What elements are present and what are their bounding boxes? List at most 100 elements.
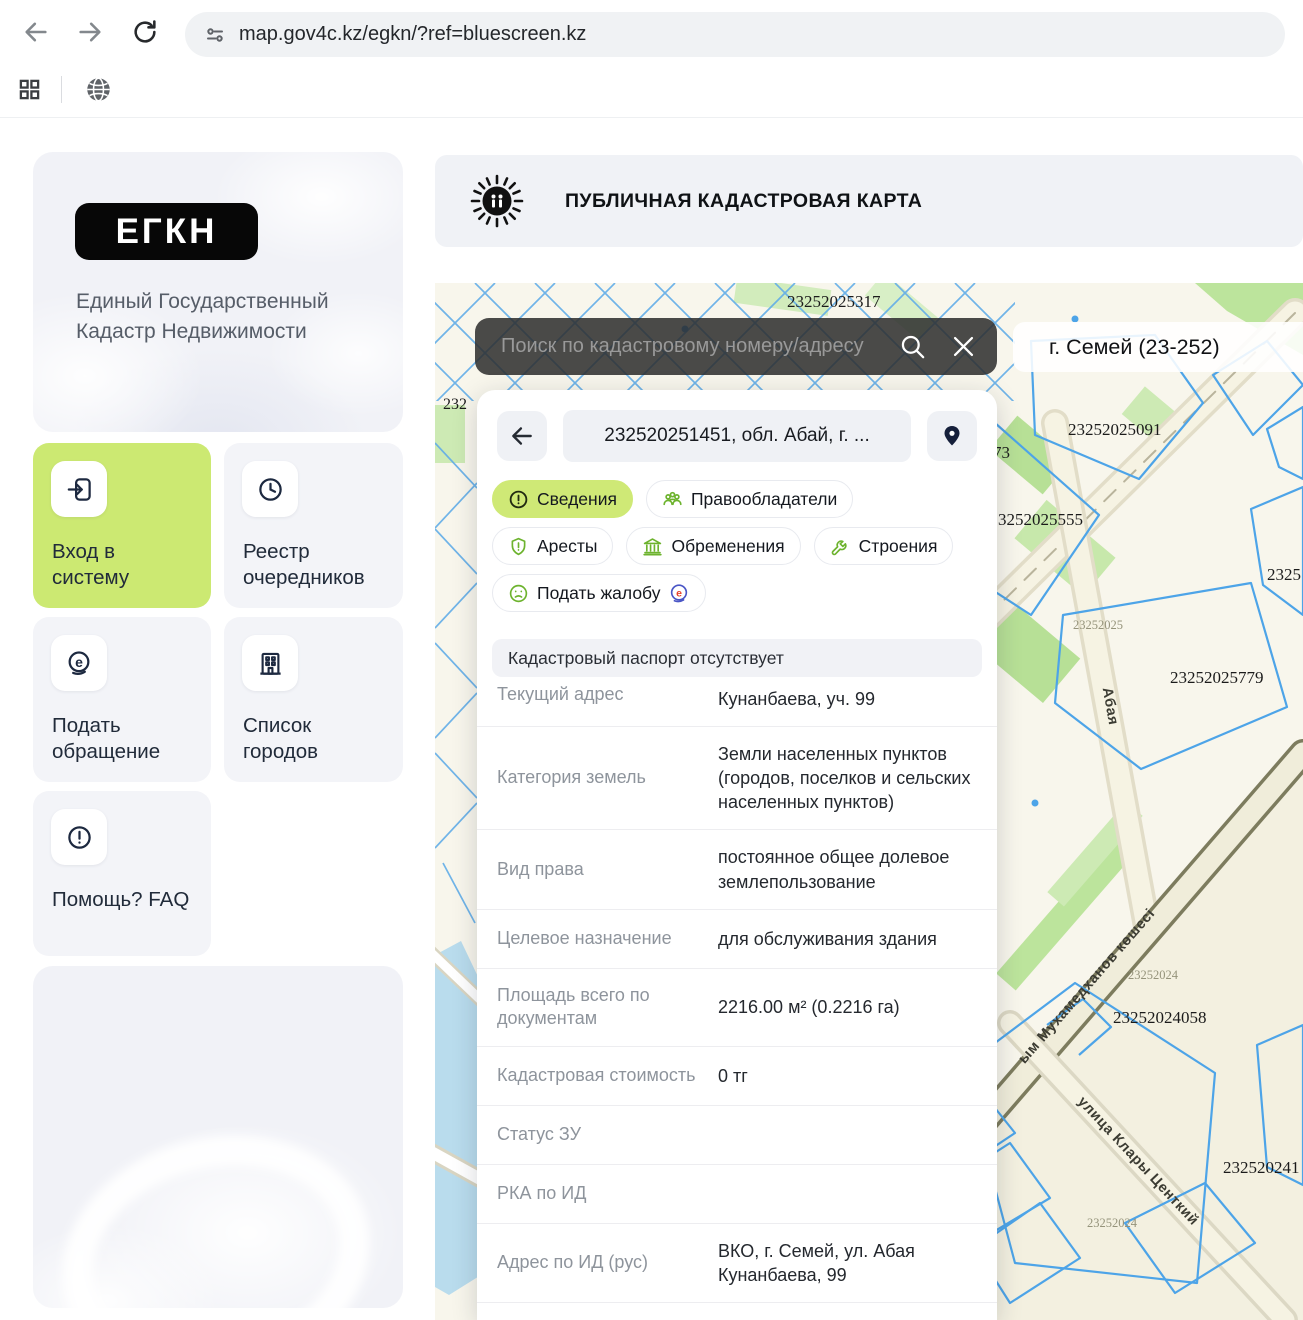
svg-text:e: e bbox=[75, 654, 83, 670]
table-row: Кадастровая стоимость 0 тг bbox=[477, 1046, 997, 1105]
tab-aresty[interactable]: Аресты bbox=[492, 527, 613, 565]
row-label: Целевое назначение bbox=[497, 927, 709, 951]
table-row: Адрес по ИД (рус) ВКО, г. Семей, ул. Аба… bbox=[477, 1223, 997, 1302]
parcel-label: 2325 bbox=[1267, 565, 1301, 584]
sidebar-item-help-faq[interactable]: Помощь? FAQ bbox=[33, 791, 211, 956]
site-settings-icon[interactable] bbox=[203, 23, 227, 47]
city-selector[interactable]: г. Семей (23-252) bbox=[1013, 322, 1303, 372]
gov-emblem-icon bbox=[469, 173, 525, 229]
clock-icon bbox=[242, 461, 298, 517]
parcel-label: 3252025555 bbox=[998, 510, 1083, 529]
svg-text:e: e bbox=[677, 587, 683, 599]
row-value: Кунанбаева, уч. 99 bbox=[718, 687, 979, 711]
tab-label: Подать жалобу bbox=[537, 583, 660, 604]
parcel-label: 23252025779 bbox=[1170, 668, 1264, 687]
sidebar-item-login[interactable]: Вход в систему bbox=[33, 443, 211, 608]
address-bar[interactable]: map.gov4c.kz/egkn/?ref=bluescreen.kz bbox=[185, 12, 1285, 57]
locate-on-map-button[interactable] bbox=[927, 411, 977, 461]
people-icon bbox=[662, 489, 683, 510]
sidebar-item-queue-registry[interactable]: Реестр очередников bbox=[224, 443, 403, 608]
browser-forward-icon[interactable] bbox=[76, 18, 104, 46]
globe-favicon-icon[interactable] bbox=[85, 76, 112, 103]
brand-subtitle: Единый Государственный Кадастр Недвижимо… bbox=[76, 287, 388, 347]
table-row: Адрес по ИД (каз) ВКО, г. Семей, ул. Аба… bbox=[477, 1302, 997, 1320]
table-row: Целевое назначение для обслуживания здан… bbox=[477, 909, 997, 968]
panel-header: 232520251451, обл. Абай, г. ... bbox=[477, 390, 997, 462]
search-icon[interactable] bbox=[899, 333, 926, 360]
page-title: ПУБЛИЧНАЯ КАДАСТРОВАЯ КАРТА bbox=[565, 190, 922, 213]
row-value: 2216.00 м² (0.2216 га) bbox=[718, 995, 979, 1019]
apps-grid-icon[interactable] bbox=[18, 78, 41, 101]
parcel-label: 23252025317 bbox=[787, 292, 881, 311]
app-header: ПУБЛИЧНАЯ КАДАСТРОВАЯ КАРТА bbox=[435, 155, 1303, 247]
tab-stroeniya[interactable]: Строения bbox=[814, 527, 954, 565]
wrench-icon bbox=[830, 536, 851, 557]
back-button[interactable] bbox=[497, 411, 547, 461]
cadastral-number-field[interactable]: 232520251451, обл. Абай, г. ... bbox=[563, 410, 911, 462]
tab-svedeniya[interactable]: Сведения bbox=[492, 480, 633, 518]
panel-tabs: Сведения Правообладатели Аресты bbox=[477, 462, 997, 612]
search-input[interactable] bbox=[475, 335, 899, 358]
bookmarks-divider bbox=[61, 76, 62, 103]
browser-back-icon[interactable] bbox=[22, 18, 50, 46]
tab-obremeneniya[interactable]: Обременения bbox=[626, 527, 800, 565]
eotinish-icon: e bbox=[51, 635, 107, 691]
row-label: Категория земель bbox=[497, 766, 709, 790]
tab-label: Правообладатели bbox=[691, 489, 837, 510]
row-label: РКА по ИД bbox=[497, 1182, 709, 1206]
bank-icon bbox=[642, 536, 663, 557]
building-icon bbox=[242, 635, 298, 691]
tab-pravoobladateli[interactable]: Правообладатели bbox=[646, 480, 853, 518]
table-row: Статус ЗУ bbox=[477, 1105, 997, 1164]
table-row: Площадь всего по документам 2216.00 м² (… bbox=[477, 968, 997, 1047]
parcel-label-small: 23252025 bbox=[1073, 618, 1123, 632]
browser-reload-icon[interactable] bbox=[131, 18, 159, 46]
decor-card bbox=[33, 966, 403, 1308]
sidebar-item-label: Список городов bbox=[243, 713, 389, 765]
info-circle-icon bbox=[51, 809, 107, 865]
sidebar-item-label: Вход в систему bbox=[52, 539, 197, 591]
tab-label: Строения bbox=[859, 536, 938, 557]
table-row: Категория земель Земли населенных пункто… bbox=[477, 726, 997, 829]
login-icon bbox=[51, 461, 107, 517]
sidebar-item-submit-appeal[interactable]: e Подать обращение bbox=[33, 617, 211, 782]
sad-face-icon bbox=[508, 583, 529, 604]
tab-label: Аресты bbox=[537, 536, 597, 557]
parcel-label: 23252024058 bbox=[1113, 1008, 1207, 1027]
table-row: Вид права постоянное общее долевое земле… bbox=[477, 829, 997, 908]
row-label: Статус ЗУ bbox=[497, 1123, 709, 1147]
tab-label: Сведения bbox=[537, 489, 617, 510]
row-value: постоянное общее долевое землепользовани… bbox=[718, 845, 979, 893]
brand-card: ЕГКН Единый Государственный Кадастр Недв… bbox=[33, 152, 403, 432]
passport-missing-notice: Кадастровый паспорт отсутствует bbox=[492, 639, 982, 677]
close-icon[interactable] bbox=[950, 333, 977, 360]
parcel-label: 232 bbox=[443, 396, 467, 413]
row-value: ВКО, г. Семей, ул. Абая Кунанбаева, 99 bbox=[718, 1239, 979, 1287]
row-value: Земли населенных пунктов (городов, посел… bbox=[718, 742, 979, 814]
browser-window: map.gov4c.kz/egkn/?ref=bluescreen.kz ЕГК… bbox=[0, 0, 1303, 1320]
row-value: для обслуживания здания bbox=[718, 927, 979, 951]
row-label: Кадастровая стоимость bbox=[497, 1064, 709, 1088]
sidebar-item-label: Реестр очередников bbox=[243, 539, 389, 591]
shield-alert-icon bbox=[508, 536, 529, 557]
info-circle-icon bbox=[508, 489, 529, 510]
browser-chrome: map.gov4c.kz/egkn/?ref=bluescreen.kz bbox=[0, 0, 1303, 118]
egkn-logo: ЕГКН bbox=[75, 203, 258, 260]
parcel-info-panel: 232520251451, обл. Абай, г. ... Сведения bbox=[477, 390, 997, 1320]
row-label: Вид права bbox=[497, 858, 709, 882]
parcel-label-small: 23252024 bbox=[1087, 1216, 1138, 1230]
parcel-label: 23252025091 bbox=[1068, 420, 1162, 439]
url-text: map.gov4c.kz/egkn/?ref=bluescreen.kz bbox=[239, 23, 586, 46]
parcel-label-small: 23252024 bbox=[1128, 968, 1179, 982]
sidebar-item-city-list[interactable]: Список городов bbox=[224, 617, 403, 782]
tab-label: Обременения bbox=[671, 536, 784, 557]
sidebar-item-label: Подать обращение bbox=[52, 713, 197, 765]
row-label: Площадь всего по документам bbox=[497, 984, 709, 1032]
tab-podat-zhalobu[interactable]: Подать жалобу e bbox=[492, 574, 706, 612]
map-canvas[interactable]: 23252025317 23252025091 3252025555 73 23… bbox=[435, 283, 1303, 1320]
row-label: Текущий адрес bbox=[497, 683, 709, 707]
table-row: РКА по ИД bbox=[477, 1164, 997, 1223]
row-value: 0 тг bbox=[718, 1064, 979, 1088]
row-label: Адрес по ИД (рус) bbox=[497, 1251, 709, 1275]
parcel-details-table: Текущий адрес Кунанбаева, уч. 99 Категор… bbox=[477, 663, 997, 1320]
